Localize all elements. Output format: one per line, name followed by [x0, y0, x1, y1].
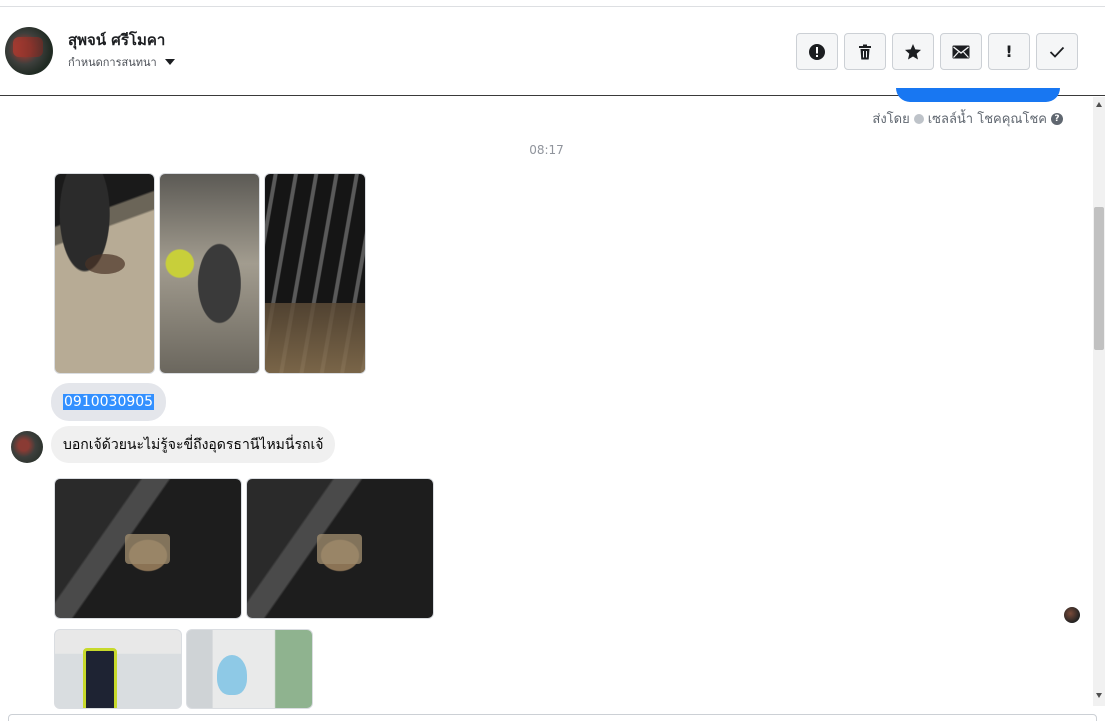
envelope-icon: [952, 45, 970, 58]
sender-avatar[interactable]: [11, 431, 43, 463]
important-button[interactable]: !: [988, 33, 1030, 70]
help-icon[interactable]: ?: [1051, 112, 1063, 125]
scrollbar-thumb[interactable]: [1094, 207, 1104, 350]
report-button[interactable]: [796, 33, 838, 70]
contact-avatar[interactable]: [5, 27, 53, 75]
exclamation-icon: !: [1005, 42, 1013, 61]
seen-indicator-avatar: [1064, 607, 1080, 623]
scroll-down-arrow-icon[interactable]: [1096, 693, 1102, 698]
scrollbar-track[interactable]: [1093, 97, 1105, 706]
sent-by-prefix: ส่งโดย: [872, 112, 910, 127]
scroll-up-arrow-icon[interactable]: [1096, 102, 1102, 107]
sent-by-name[interactable]: เซลล์น้ำ โชคคุณโชค: [928, 108, 1047, 129]
done-button[interactable]: [1036, 33, 1078, 70]
phone-number-message[interactable]: 0910030905: [51, 383, 167, 421]
photo-attachment[interactable]: [159, 173, 260, 374]
message-timestamp: 08:17: [529, 143, 564, 157]
text-message-bubble[interactable]: บอกเจ้ด้วยนะไม่รู้จะขี่ถึงอุดรธานีไหมนี่…: [51, 426, 336, 463]
sent-by-info: ส่งโดย เซลล์น้ำ โชคคุณโชค ?: [872, 108, 1063, 129]
conversation-header: สุพจน์ ศรีโมคา กำหนดการสนทนา !: [0, 8, 1105, 96]
check-icon: [1049, 46, 1065, 58]
message-composer[interactable]: [8, 714, 1097, 721]
messenger-window: สุพจน์ ศรีโมคา กำหนดการสนทนา ! ส่งโดย เซ…: [0, 0, 1105, 721]
sent-message-bubble[interactable]: [896, 88, 1060, 102]
caret-down-icon: [164, 59, 175, 65]
photo-attachment[interactable]: [264, 173, 366, 374]
exclamation-circle-icon: [809, 43, 825, 60]
mark-unread-button[interactable]: [940, 33, 982, 70]
top-divider: [0, 0, 1105, 7]
star-button[interactable]: [892, 33, 934, 70]
photo-attachment[interactable]: [54, 629, 182, 709]
trash-icon: [859, 44, 871, 59]
status-dot-icon: [913, 113, 924, 124]
photo-attachment[interactable]: [246, 478, 434, 619]
delete-button[interactable]: [844, 33, 886, 70]
photo-attachment[interactable]: [54, 173, 155, 374]
photo-attachment[interactable]: [54, 478, 242, 619]
selected-phone-text: 0910030905: [63, 394, 155, 410]
photo-attachment[interactable]: [186, 629, 313, 709]
conversation-settings-label: กำหนดการสนทนา: [68, 56, 157, 69]
contact-name[interactable]: สุพจน์ ศรีโมคา: [68, 28, 165, 52]
star-icon: [905, 43, 921, 59]
conversation-settings-dropdown[interactable]: กำหนดการสนทนา: [68, 53, 175, 71]
